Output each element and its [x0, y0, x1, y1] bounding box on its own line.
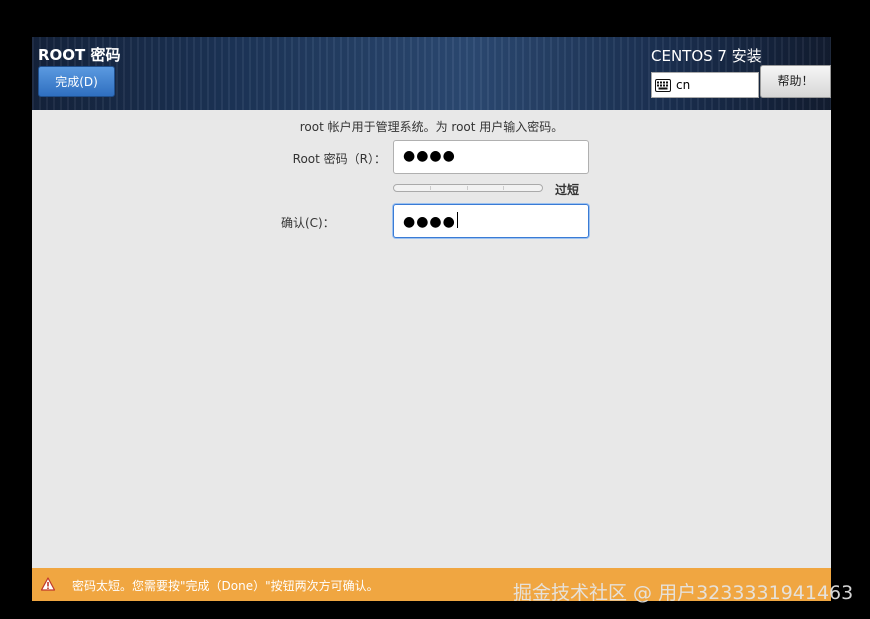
screen-title: ROOT 密码	[38, 46, 121, 64]
confirm-password-field[interactable]: ●●●●	[393, 204, 589, 238]
strength-segment	[397, 186, 432, 190]
confirm-password-label: 确认(C)：	[281, 216, 335, 230]
product-title: CENTOS 7 安装	[651, 47, 762, 65]
password-mask: ●●●●	[403, 148, 456, 164]
header-bar: ROOT 密码 完成(D) CENTOS 7 安装 cn 帮助！	[32, 37, 831, 110]
keyboard-icon	[655, 79, 671, 92]
warning-triangle-icon	[41, 577, 55, 591]
help-button[interactable]: 帮助！	[760, 65, 831, 98]
keyboard-layout-value: cn	[676, 78, 691, 92]
strength-segment	[433, 186, 468, 190]
installer-window: ROOT 密码 完成(D) CENTOS 7 安装 cn 帮助！ root 帐户…	[32, 37, 831, 601]
root-password-form: root 帐户用于管理系统。为 root 用户输入密码。 Root 密码（R）：…	[32, 110, 831, 568]
warning-message: 密码太短。您需要按"完成（Done）"按钮两次方可确认。	[72, 579, 379, 593]
keyboard-layout-indicator[interactable]: cn	[651, 72, 759, 98]
watermark: 掘金技术社区 @ 用户3233331941463	[513, 582, 854, 604]
root-password-field[interactable]: ●●●●	[393, 140, 589, 174]
strength-segment	[506, 186, 539, 190]
strength-segment	[470, 186, 504, 190]
text-caret	[456, 212, 458, 228]
password-strength-label: 过短	[555, 183, 580, 197]
password-label: Root 密码（R）：	[292, 152, 386, 166]
form-description: root 帐户用于管理系统。为 root 用户输入密码。	[299, 120, 564, 134]
password-strength-meter	[393, 184, 543, 192]
confirm-mask: ●●●●	[403, 214, 456, 230]
done-button[interactable]: 完成(D)	[38, 66, 115, 97]
